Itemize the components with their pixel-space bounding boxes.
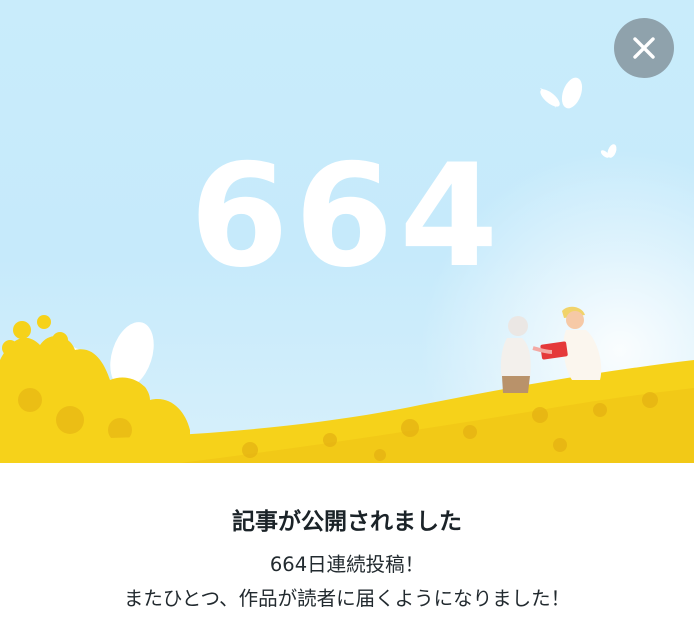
streak-message: 664日連続投稿！ <box>269 553 425 576</box>
streak-day-count: 664 <box>189 134 505 299</box>
publish-complete-dialog: 664 記事が公開されました 664日連続投稿！ またひとつ、作品が読者に届くよ… <box>0 0 694 618</box>
dialog-content: 記事が公開されました 664日連続投稿！ またひとつ、作品が読者に届くようになり… <box>0 463 694 618</box>
butterfly-medium <box>540 77 583 109</box>
close-icon <box>633 37 655 59</box>
close-button[interactable] <box>614 18 674 78</box>
dialog-title: 記事が公開されました <box>232 509 462 535</box>
reader-message: またひとつ、作品が読者に届くようになりました！ <box>123 587 571 610</box>
celebration-illustration: 664 <box>0 0 694 463</box>
